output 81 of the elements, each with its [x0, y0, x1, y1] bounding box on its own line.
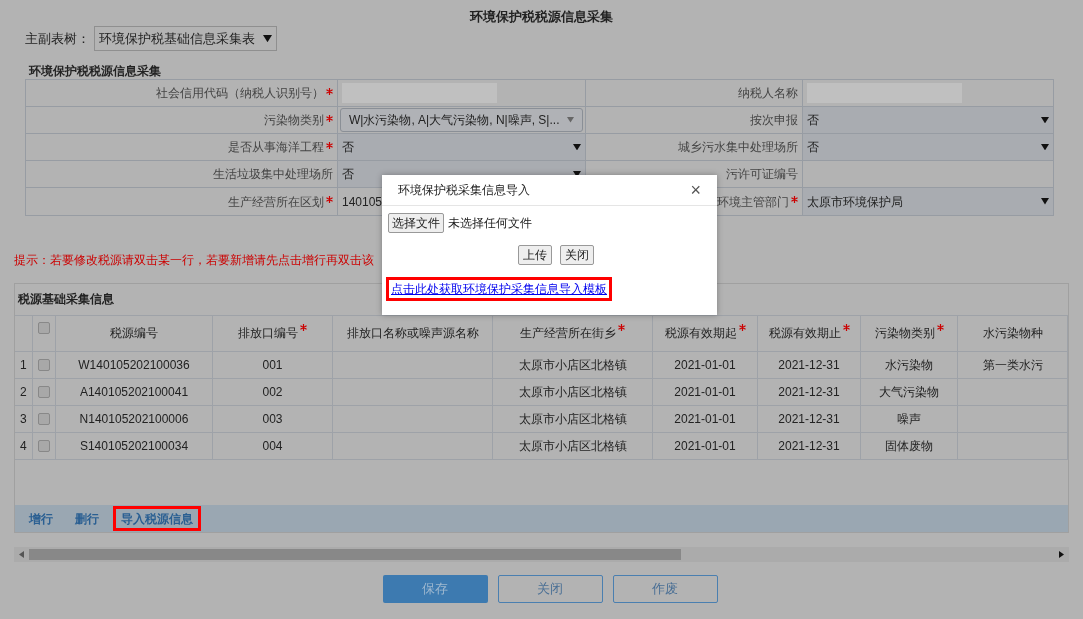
- row-number: 2: [15, 378, 33, 405]
- table-cell-text: 2021-01-01: [674, 383, 736, 401]
- required-icon: [738, 323, 746, 331]
- column-header: 排放口编号: [213, 315, 333, 351]
- column-header: 税源有效期止: [758, 315, 861, 351]
- row-number: 3: [15, 405, 33, 432]
- row-checkbox[interactable]: [37, 385, 50, 398]
- table-cell-text: 水污染物: [885, 356, 933, 374]
- table-cell-text: 噪声: [897, 410, 921, 428]
- row-number: 1: [15, 351, 33, 378]
- table-cell-text: 2021-12-31: [778, 410, 840, 428]
- table-cell-text: S140105202100034: [79, 437, 189, 455]
- scroll-left-icon[interactable]: [19, 551, 24, 558]
- select-field[interactable]: 否: [802, 107, 1053, 133]
- page-title: 环境保护税税源信息采集: [468, 8, 614, 25]
- select-field[interactable]: 否: [338, 134, 585, 160]
- dialog-button[interactable]: 上传: [517, 245, 552, 265]
- table-cell-text: 太原市小店区北格镇: [518, 383, 627, 401]
- field-label: 社会信用代码（纳税人识别号）: [26, 80, 338, 106]
- template-link[interactable]: 点击此处获取环境保护采集信息导入模板: [386, 277, 612, 301]
- table-cell-text: 001: [262, 356, 283, 374]
- required-icon: [842, 323, 850, 331]
- table-cell-text: 2021-12-31: [778, 437, 840, 455]
- required-icon: [326, 88, 333, 95]
- choose-file-button[interactable]: 选择文件: [388, 213, 444, 233]
- row-checkbox[interactable]: [37, 439, 50, 452]
- table-cell-text: N140105202100006: [79, 410, 189, 428]
- caret-icon: [566, 117, 574, 123]
- required-icon: [618, 323, 625, 331]
- caret-icon: [572, 143, 581, 151]
- file-status: 未选择任何文件: [448, 215, 532, 232]
- table-cell-text: 2021-12-31: [778, 356, 840, 374]
- field-label: 生产经营所在区划: [26, 188, 338, 215]
- column-header: 水污染物种: [958, 315, 1068, 351]
- row-checkbox[interactable]: [37, 412, 50, 425]
- grid-title: 税源基础采集信息: [18, 291, 114, 309]
- row-checkbox[interactable]: [37, 358, 50, 371]
- required-icon: [936, 323, 944, 331]
- table-cell-text: 第一类水污: [982, 356, 1043, 374]
- horizontal-scrollbar[interactable]: [14, 547, 1069, 562]
- column-header: 税源编号: [56, 315, 213, 351]
- required-icon: [326, 142, 333, 149]
- required-icon: [326, 115, 333, 122]
- scroll-right-icon[interactable]: [1059, 551, 1064, 558]
- caret-icon: [1041, 116, 1049, 124]
- select-all-checkbox[interactable]: [37, 321, 50, 334]
- table-cell-text: W140105202100036: [78, 356, 190, 374]
- table-cell-text: 太原市小店区北格镇: [518, 356, 627, 374]
- table-cell-text: A140105202100041: [79, 383, 189, 401]
- field-label: 城乡污水集中处理场所: [584, 134, 803, 160]
- tree-select[interactable]: 环境保护税基础信息采集表: [94, 26, 277, 51]
- table-cell-text: 003: [262, 410, 283, 428]
- required-icon: [300, 323, 307, 331]
- table-cell-text: 固体废物: [885, 437, 933, 455]
- field-value: 140105: [342, 193, 383, 211]
- table-cell-text: 002: [262, 383, 283, 401]
- select-field[interactable]: 否: [802, 134, 1053, 160]
- form-title: 环境保护税税源信息采集: [29, 63, 162, 79]
- column-header: 污染物类别: [861, 315, 958, 351]
- table-cell-text: 太原市小店区北格镇: [518, 437, 627, 455]
- required-icon: [790, 196, 798, 203]
- hint-text: 提示：若要修改税源请双击某一行，若要新增请先点击增行再双击该: [14, 252, 374, 267]
- caret-icon: [263, 34, 272, 43]
- tree-label: 主副表树：: [25, 29, 90, 48]
- required-icon: [326, 196, 333, 203]
- table-cell-text: 2021-01-01: [674, 410, 736, 428]
- caret-icon: [1041, 143, 1049, 151]
- table-cell-text: 2021-01-01: [674, 356, 736, 374]
- field-label: 污染物类别: [26, 107, 338, 133]
- dialog-button[interactable]: 关闭: [559, 245, 594, 265]
- table-cell-text: 004: [262, 437, 283, 455]
- row-number: 4: [15, 432, 33, 459]
- table-cell-text: 大气污染物: [879, 383, 939, 401]
- table-cell-text: 2021-12-31: [778, 383, 840, 401]
- multi-select[interactable]: W|水污染物, A|大气污染物, N|噪声, S|...: [340, 108, 583, 132]
- caret-icon: [1041, 198, 1049, 205]
- table-cell-text: 太原市小店区北格镇: [518, 410, 627, 428]
- field-label: 纳税人名称: [584, 80, 803, 106]
- select-field[interactable]: 太原市环境保护局: [802, 188, 1053, 215]
- field-label: 按次申报: [584, 107, 803, 133]
- table-cell-text: 2021-01-01: [674, 437, 736, 455]
